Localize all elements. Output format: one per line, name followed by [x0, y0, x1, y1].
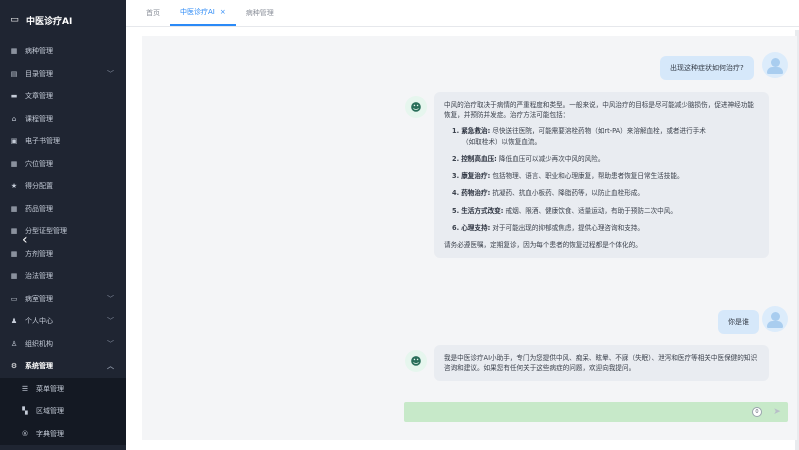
bot-outro: 请务必遵医嘱，定期复诊，因为每个患者的恢复过程都是个体化的。 — [444, 240, 642, 249]
sidebar-item[interactable]: ▬ 文章管理 — [0, 85, 126, 108]
sidebar-item-label: 菜单管理 — [36, 384, 64, 393]
list-item: 5. 生活方式改变: 戒烟、限酒、健康饮食、适量运动，有助于预防二次中风。 — [452, 206, 677, 215]
list-item: 3. 康复治疗: 包括物理、语言、职业和心理康复，帮助患者恢复日常生活技能。 — [452, 172, 684, 181]
sidebar-item[interactable]: ▦ 病种管理 — [0, 40, 126, 63]
sidebar-item-label: 文章管理 — [25, 92, 53, 101]
grid-icon: ▦ — [10, 47, 18, 56]
sidebar-item[interactable]: ☰ 菜单管理 — [0, 377, 126, 400]
org-icon: ♙ — [10, 339, 18, 348]
chat-messages: 出现这种症状如何治疗? ☻ 中风的治疗取决于病情的严重程度和类型。一般来说，中风… — [142, 36, 797, 400]
sidebar-item-label: 病室管理 — [25, 294, 53, 303]
bot-avatar-icon: ☻ — [405, 350, 427, 372]
sidebar-item-label: 个人中心 — [25, 317, 53, 326]
home-icon: ⌂ — [11, 114, 17, 123]
tab-ai-diagnosis[interactable]: 中医诊疗AI × — [170, 0, 236, 26]
treatment-list: 1. 紧急救治: 尽快送往医院，可能需要溶栓药物（如rt-PA）来溶解血栓，或者… — [444, 126, 759, 233]
bot-message: 中风的治疗取决于病情的严重程度和类型。一般来说，中风治疗的目标是尽可能减少脑损伤… — [434, 92, 769, 259]
user-avatar-icon — [762, 306, 788, 332]
send-icon[interactable]: ➤ — [770, 405, 784, 419]
grid-icon: ▦ — [10, 204, 18, 213]
list-icon: ☰ — [21, 384, 29, 393]
sidebar-item[interactable]: ▦ 方剂管理 — [0, 243, 126, 266]
sidebar-item-label: 区域管理 — [36, 407, 64, 416]
monitor-logo-icon: ▭ — [10, 14, 19, 25]
sidebar-item-label: 分型证型管理 — [25, 227, 67, 236]
sidebar-item-label: 课程管理 — [25, 114, 53, 123]
list-item: 4. 药物治疗: 抗凝药、抗血小板药、降脂药等，以防止血栓形成。 — [452, 189, 644, 198]
sidebar-item-label: 电子书管理 — [25, 137, 60, 146]
sidebar-item-label: 系统管理 — [25, 362, 53, 371]
chevron-down-icon: ﹀ — [107, 317, 114, 326]
sidebar-item[interactable]: ♟ 个人中心 ﹀ — [0, 310, 126, 333]
user-message-text: 你是谁 — [728, 318, 749, 326]
user-message: 出现这种症状如何治疗? — [660, 56, 754, 80]
chevron-down-icon: ﹀ — [107, 69, 114, 78]
user-icon: ♟ — [10, 317, 18, 326]
sidebar-item-label: 治法管理 — [25, 272, 53, 281]
brand-title: 中医诊疗AI — [26, 16, 73, 27]
chevron-up-icon: ︿ — [107, 362, 114, 371]
sidebar-item-label: 穴位管理 — [25, 159, 53, 168]
bot-message: 我是中医诊疗AI小助手，专门为您提供中风、痴呆、眩晕、不寐（失眠）、泄泻和医疗等… — [434, 345, 769, 382]
dict-icon: ® — [21, 429, 29, 438]
tab-disease-management[interactable]: 病种管理 — [236, 0, 284, 26]
sidebar-item[interactable]: ▚ 区域管理 — [0, 400, 126, 423]
tab-bar: 首页 中医诊疗AI × 病种管理 — [126, 0, 799, 27]
sidebar-item[interactable]: ♙ 组织机构 ﹀ — [0, 333, 126, 356]
grid-icon: ▦ — [10, 159, 18, 168]
sidebar-item[interactable]: ▦ 药品管理 — [0, 198, 126, 221]
brand[interactable]: ▭ 中医诊疗AI — [0, 0, 126, 40]
list-item: 6. 心理支持: 对于可能出现的抑郁或焦虑，提供心理咨询和支持。 — [452, 223, 644, 232]
sidebar-item-label: 字典管理 — [36, 429, 64, 438]
tab-label: 首页 — [146, 8, 160, 17]
sidebar-item[interactable]: ▭ 病室管理 ﹀ — [0, 288, 126, 311]
sidebar-item[interactable]: ⚙ 系统管理 ︿ — [0, 355, 126, 378]
chevron-down-icon: ﹀ — [107, 339, 114, 348]
user-message: 你是谁 — [718, 310, 759, 334]
chat-panel: 出现这种症状如何治疗? ☻ 中风的治疗取决于病情的严重程度和类型。一般来说，中风… — [142, 36, 797, 440]
sidebar-item[interactable]: ▤ 目录管理 ﹀ — [0, 63, 126, 86]
grid-icon: ▦ — [10, 249, 18, 258]
sidebar-item[interactable]: ▦ 穴位管理 — [0, 153, 126, 176]
user-message-text: 出现这种症状如何治疗? — [670, 64, 744, 72]
category-icon: ▤ — [10, 69, 18, 78]
chat-input[interactable] — [404, 402, 752, 422]
star-icon: ★ — [10, 182, 18, 191]
tab-close-icon[interactable]: × — [220, 8, 226, 16]
sidebar-item[interactable]: ★ 得分配置 — [0, 175, 126, 198]
sidebar-item-label: 组织机构 — [25, 339, 53, 348]
bot-message-text: 我是中医诊疗AI小助手，专门为您提供中风、痴呆、眩晕、不寐（失眠）、泄泻和医疗等… — [444, 354, 758, 373]
tab-home[interactable]: 首页 — [136, 0, 170, 26]
list-item: 2. 控制高血压: 降低血压可以减少再次中风的风险。 — [452, 154, 605, 163]
chat-input-bar: 0 ➤ — [404, 402, 788, 422]
gears-icon: ⚙ — [10, 362, 18, 371]
sidebar-menu: ▦ 病种管理 ▤ 目录管理 ﹀ ▬ 文章管理 ⌂ 课程管理 ▣ 电子书管理 ▦ 穴位管理 ★ 得分配置 ▦ 药品… — [0, 40, 126, 445]
sidebar-item[interactable]: ▦ 治法管理 — [0, 265, 126, 288]
sidebar-item-label: 目录管理 — [25, 69, 53, 78]
sidebar: ▭ 中医诊疗AI ▦ 病种管理 ▤ 目录管理 ﹀ ▬ 文章管理 ⌂ 课程管理 ▣ 电子书管理 ▦ 穴位管… — [0, 0, 126, 450]
grid-icon: ▦ — [10, 272, 18, 281]
sidebar-item-label: 方剂管理 — [25, 249, 53, 258]
sidebar-item[interactable]: ⌂ 课程管理 — [0, 108, 126, 131]
tab-label: 中医诊疗AI — [180, 7, 215, 16]
sidebar-item-label: 病种管理 — [25, 47, 53, 56]
grid-icon: ▦ — [10, 227, 18, 236]
char-counter: 0 — [752, 407, 762, 417]
bot-intro: 中风的治疗取决于病情的严重程度和类型。一般来说，中风治疗的目标是尽可能减少脑损伤… — [444, 101, 754, 120]
book-icon: ▣ — [10, 137, 18, 146]
list-item: 1. 紧急救治: 尽快送往医院，可能需要溶栓药物（如rt-PA）来溶解血栓，或者… — [452, 127, 706, 146]
map-icon: ▚ — [22, 407, 28, 416]
monitor-icon: ▬ — [10, 92, 18, 101]
sidebar-item[interactable]: ▣ 电子书管理 — [0, 130, 126, 153]
tab-label: 病种管理 — [245, 8, 274, 17]
collapse-chevron-left-icon[interactable]: ‹ — [22, 232, 28, 248]
bot-avatar-icon: ☻ — [405, 96, 427, 118]
sidebar-item[interactable]: ▦ 分型证型管理 — [0, 220, 126, 243]
sidebar-item[interactable]: ® 字典管理 — [0, 422, 126, 445]
user-avatar-icon — [762, 52, 788, 78]
sidebar-item-label: 药品管理 — [25, 204, 53, 213]
sidebar-item-label: 得分配置 — [25, 182, 53, 191]
bed-icon: ▭ — [10, 294, 18, 303]
chevron-down-icon: ﹀ — [107, 294, 114, 303]
